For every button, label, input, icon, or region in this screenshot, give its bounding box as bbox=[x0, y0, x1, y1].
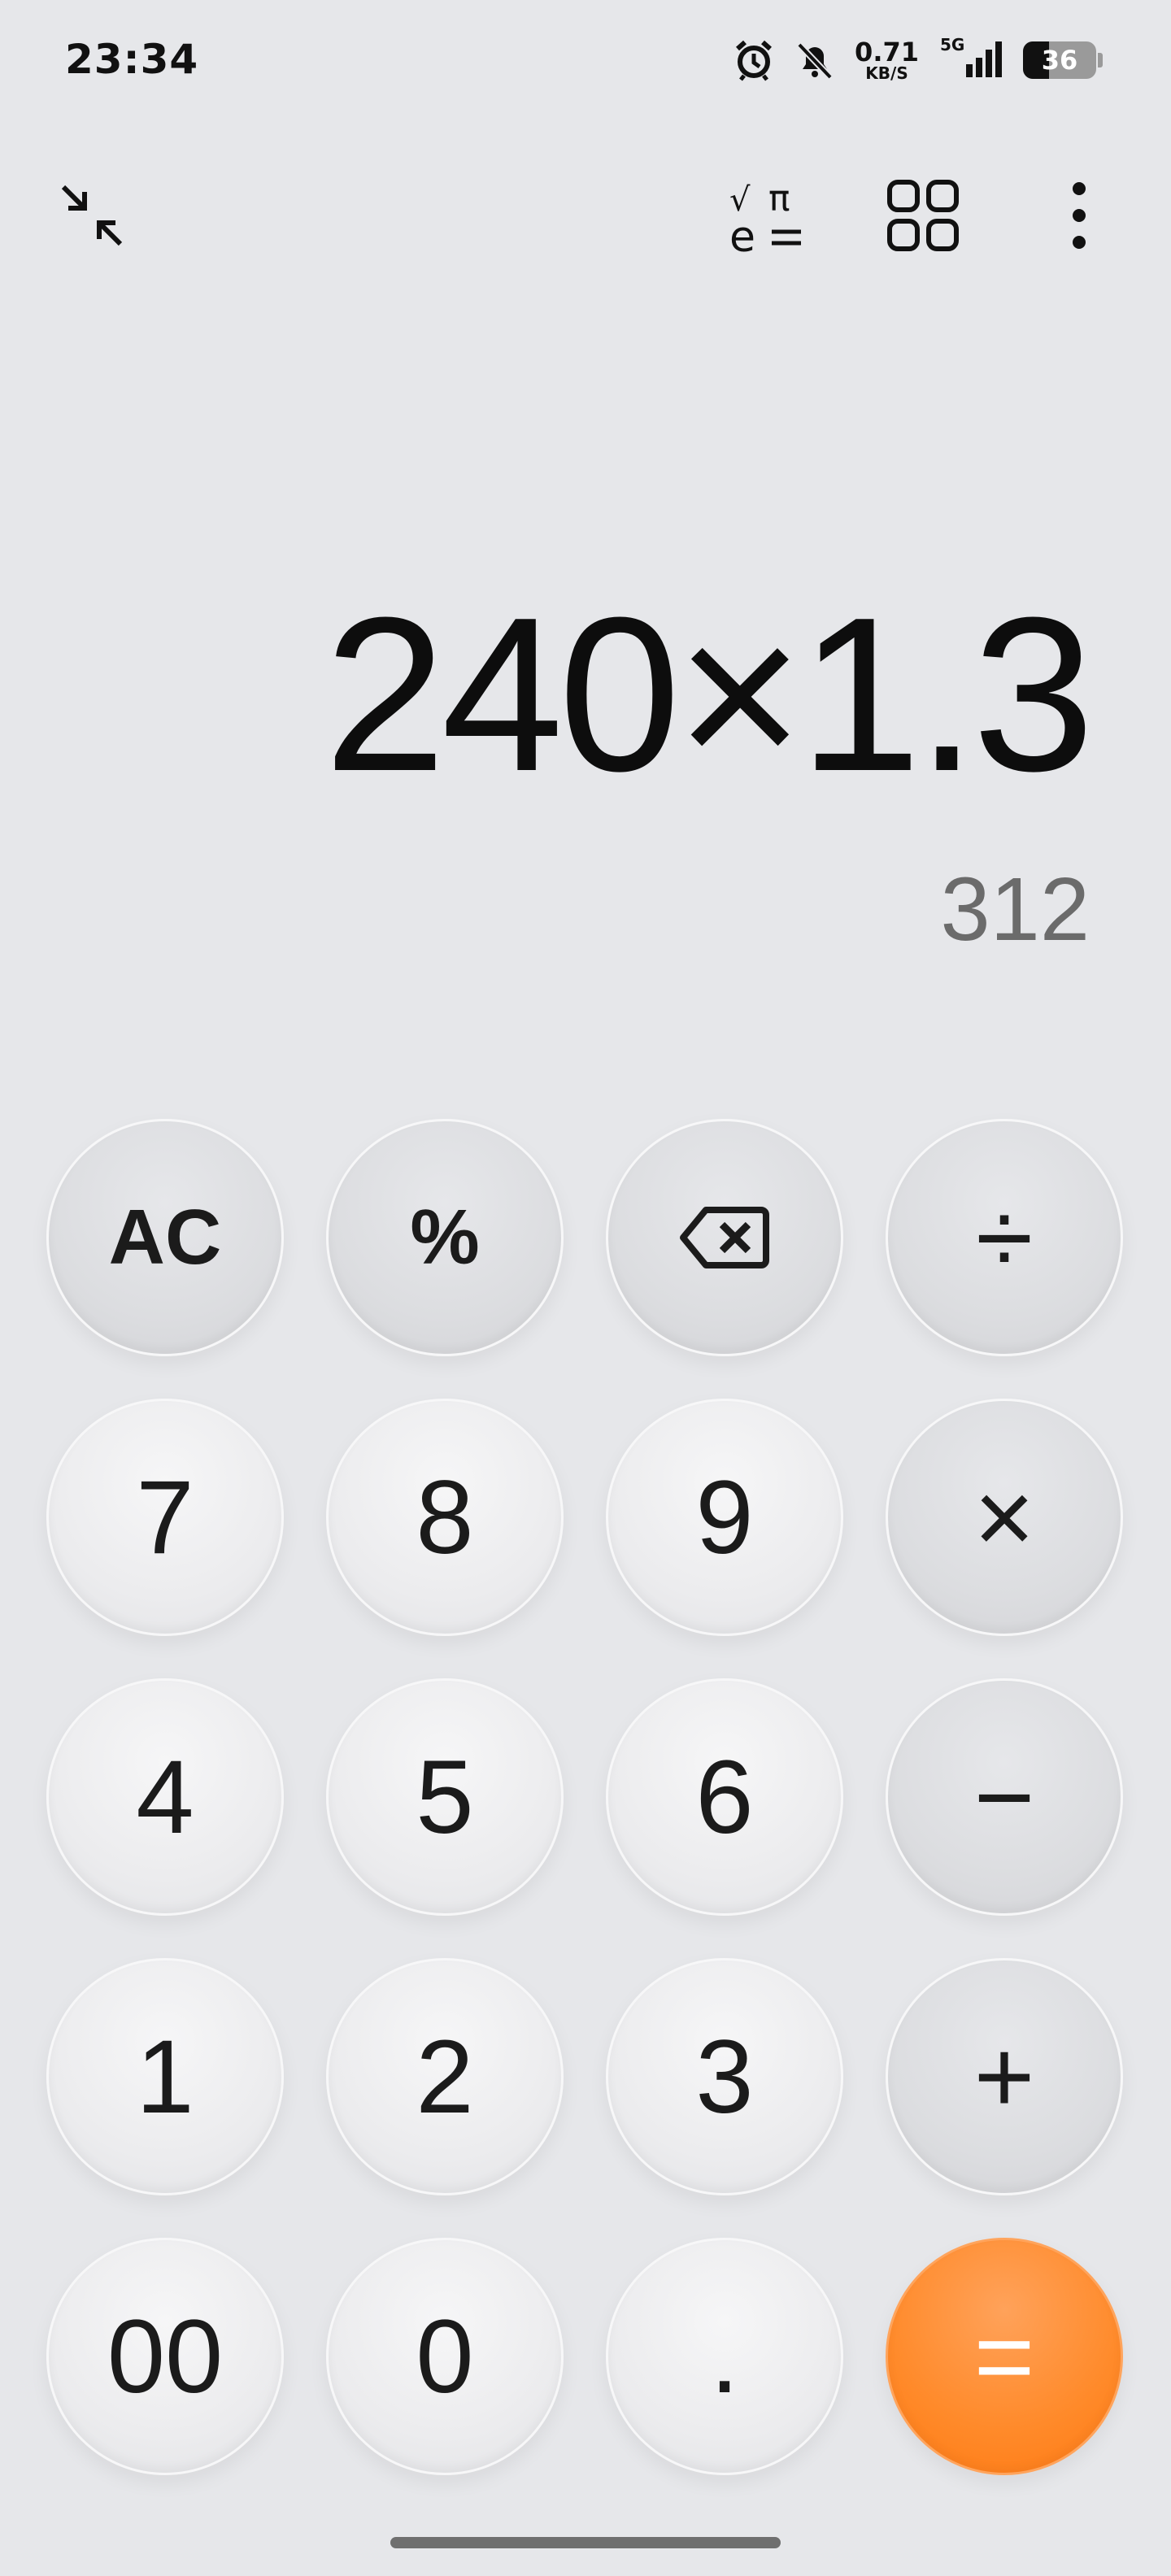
key-label: ÷ bbox=[975, 1179, 1034, 1296]
digit-5-button[interactable]: 5 bbox=[326, 1678, 564, 1916]
key-label: AC bbox=[108, 1194, 222, 1281]
key-label: . bbox=[710, 2298, 739, 2415]
clear-button[interactable]: AC bbox=[46, 1119, 284, 1356]
key-label: 5 bbox=[416, 1738, 474, 1856]
net-speed-value: 0.71 bbox=[855, 37, 919, 67]
key-label: 8 bbox=[416, 1459, 474, 1576]
battery-level: 36 bbox=[1041, 45, 1078, 76]
more-options-icon bbox=[1073, 182, 1086, 249]
key-label: 7 bbox=[136, 1459, 194, 1576]
key-label: 1 bbox=[136, 2018, 194, 2135]
digit-6-button[interactable]: 6 bbox=[606, 1678, 843, 1916]
scientific-button[interactable]: √ π e bbox=[722, 171, 812, 260]
network-type: 5G bbox=[940, 35, 965, 54]
digit-2-button[interactable]: 2 bbox=[326, 1958, 564, 2195]
status-bar: 23:34 0.71 KB/S 5G 36 bbox=[0, 0, 1171, 130]
svg-text:π: π bbox=[768, 178, 790, 220]
divide-button[interactable]: ÷ bbox=[886, 1119, 1123, 1356]
alarm-icon bbox=[733, 39, 775, 81]
net-speed-unit: KB/S bbox=[865, 63, 908, 83]
digit-1-button[interactable]: 1 bbox=[46, 1958, 284, 2195]
status-time: 23:34 bbox=[65, 36, 199, 83]
key-label: 00 bbox=[107, 2298, 224, 2415]
add-button[interactable]: + bbox=[886, 1958, 1123, 2195]
subtract-button[interactable]: − bbox=[886, 1678, 1123, 1916]
net-speed: 0.71 KB/S bbox=[855, 39, 919, 81]
digit-4-button[interactable]: 4 bbox=[46, 1678, 284, 1916]
key-label: 4 bbox=[136, 1738, 194, 1856]
key-label: 6 bbox=[695, 1738, 754, 1856]
home-indicator[interactable] bbox=[390, 2537, 781, 2548]
key-label: × bbox=[973, 1459, 1035, 1576]
converter-grid-icon bbox=[887, 180, 959, 251]
multiply-button[interactable]: × bbox=[886, 1399, 1123, 1636]
backspace-button[interactable] bbox=[606, 1119, 843, 1356]
collapse-button[interactable] bbox=[47, 171, 137, 260]
key-label: 0 bbox=[416, 2298, 474, 2415]
equals-button[interactable]: = bbox=[886, 2238, 1123, 2475]
signal-icon: 5G bbox=[938, 35, 1003, 80]
key-label: % bbox=[410, 1194, 480, 1281]
bell-muted-icon bbox=[794, 40, 835, 80]
converter-button[interactable] bbox=[878, 171, 968, 260]
key-label: = bbox=[973, 2298, 1035, 2415]
digit-8-button[interactable]: 8 bbox=[326, 1399, 564, 1636]
more-options-button[interactable] bbox=[1034, 171, 1124, 260]
key-label: 3 bbox=[695, 2018, 754, 2135]
digit-3-button[interactable]: 3 bbox=[606, 1958, 843, 2195]
status-icons: 0.71 KB/S 5G 36 bbox=[733, 35, 1103, 81]
decimal-point-button[interactable]: . bbox=[606, 2238, 843, 2475]
digit-0-button[interactable]: 0 bbox=[326, 2238, 564, 2475]
battery-icon: 36 bbox=[1023, 41, 1103, 79]
digit-7-button[interactable]: 7 bbox=[46, 1399, 284, 1636]
key-label: − bbox=[973, 1738, 1035, 1856]
key-label: 9 bbox=[695, 1459, 754, 1576]
percent-button[interactable]: % bbox=[326, 1119, 564, 1356]
double-zero-button[interactable]: 00 bbox=[46, 2238, 284, 2475]
svg-text:e: e bbox=[729, 213, 755, 256]
collapse-icon bbox=[61, 185, 123, 246]
scientific-functions-icon: √ π e bbox=[729, 178, 801, 256]
key-label: 2 bbox=[416, 2018, 474, 2135]
backspace-icon bbox=[680, 1207, 769, 1268]
expression-display: 240×1.3 bbox=[324, 572, 1095, 817]
digit-9-button[interactable]: 9 bbox=[606, 1399, 843, 1636]
key-label: + bbox=[973, 2018, 1035, 2135]
result-preview: 312 bbox=[940, 859, 1090, 959]
